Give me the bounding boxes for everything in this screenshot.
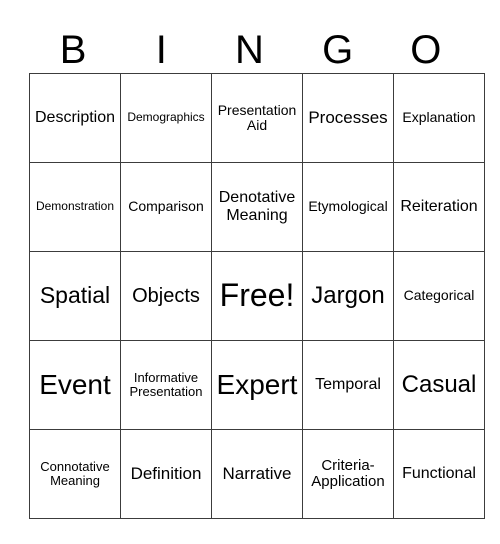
header-letter-n: N xyxy=(235,28,264,72)
bingo-cell[interactable]: Processes xyxy=(302,73,394,163)
card-row: Connotative Meaning Definition Narrative… xyxy=(29,429,485,519)
header-letter-g: G xyxy=(322,28,354,72)
bingo-cell[interactable]: Spatial xyxy=(29,251,121,341)
bingo-cell[interactable]: Demographics xyxy=(120,73,212,163)
bingo-cell[interactable]: Comparison xyxy=(120,162,212,252)
bingo-cell[interactable]: Temporal xyxy=(302,340,394,430)
bingo-cell[interactable]: Explanation xyxy=(393,73,485,163)
card-row: Description Demographics Presentation Ai… xyxy=(29,73,485,163)
bingo-cell[interactable]: Narrative xyxy=(211,429,303,519)
header-letter-o: O xyxy=(410,28,442,72)
bingo-cell[interactable]: Event xyxy=(29,340,121,430)
bingo-cell[interactable]: Definition xyxy=(120,429,212,519)
bingo-cell[interactable]: Demonstration xyxy=(29,162,121,252)
card-row: Spatial Objects Free! Jargon Categorical xyxy=(29,251,485,341)
bingo-header: B I N G O xyxy=(29,26,470,74)
bingo-cell[interactable]: Objects xyxy=(120,251,212,341)
bingo-cell[interactable]: Functional xyxy=(393,429,485,519)
bingo-cell[interactable]: Etymological xyxy=(302,162,394,252)
bingo-cell[interactable]: Categorical xyxy=(393,251,485,341)
bingo-cell[interactable]: Casual xyxy=(393,340,485,430)
bingo-cell[interactable]: Connotative Meaning xyxy=(29,429,121,519)
card-row: Demonstration Comparison Denotative Mean… xyxy=(29,162,485,252)
bingo-card: Description Demographics Presentation Ai… xyxy=(29,73,485,519)
header-letter-b: B xyxy=(59,28,87,72)
free-space-cell[interactable]: Free! xyxy=(211,251,303,341)
bingo-cell[interactable]: Informative Presentation xyxy=(120,340,212,430)
header-letter-i: I xyxy=(155,28,167,72)
bingo-cell[interactable]: Presentation Aid xyxy=(211,73,303,163)
bingo-cell[interactable]: Expert xyxy=(211,340,303,430)
bingo-cell[interactable]: Denotative Meaning xyxy=(211,162,303,252)
bingo-cell[interactable]: Criteria-Application xyxy=(302,429,394,519)
card-row: Event Informative Presentation Expert Te… xyxy=(29,340,485,430)
bingo-cell[interactable]: Reiteration xyxy=(393,162,485,252)
bingo-cell[interactable]: Description xyxy=(29,73,121,163)
bingo-cell[interactable]: Jargon xyxy=(302,251,394,341)
